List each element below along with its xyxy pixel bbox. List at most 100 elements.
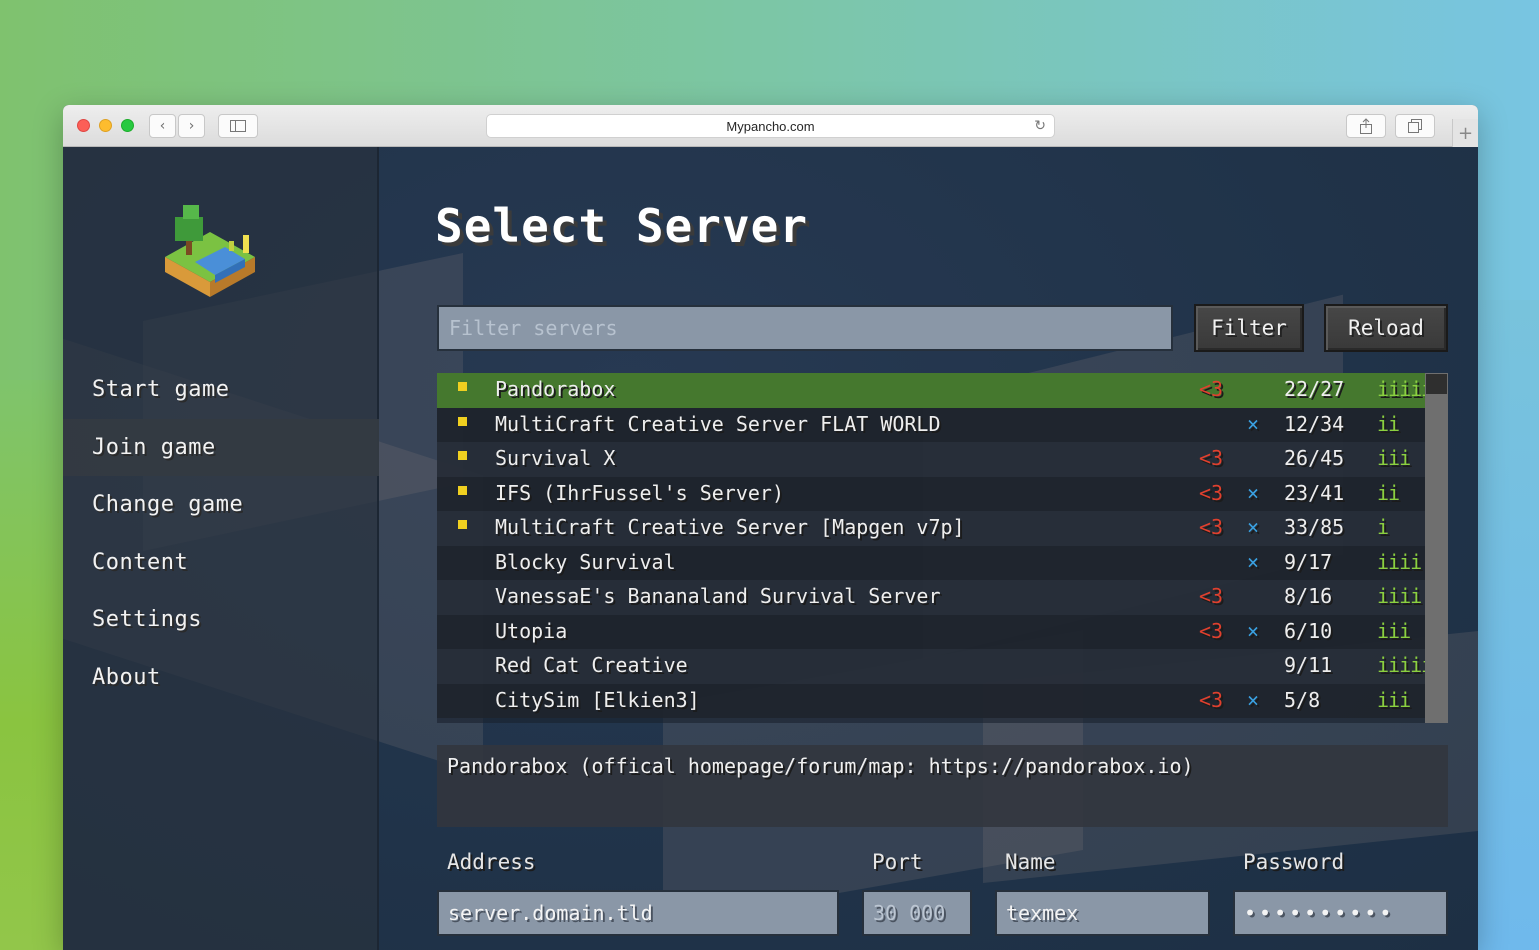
- ping-bars-icon: iii: [1377, 446, 1411, 470]
- address-label: Address: [447, 850, 536, 874]
- ping-bars-icon: iii: [1377, 687, 1411, 712]
- ping-bars-icon: iiiii: [1377, 653, 1433, 677]
- server-row[interactable]: Pandorabox <3 22/27 iiiii: [437, 373, 1433, 408]
- server-row[interactable]: Utopia <3 × 6/10 iii: [437, 614, 1425, 649]
- player-count: 9/11: [1284, 653, 1333, 677]
- port-label: Port: [872, 850, 923, 874]
- game-logo: [165, 205, 255, 297]
- server-row[interactable]: CitySim [Elkien3] <3 × 5/8 iii: [437, 683, 1425, 718]
- server-name: Utopia: [495, 618, 568, 643]
- server-name: CitySim [Elkien3]: [495, 687, 700, 712]
- password-field[interactable]: [1233, 890, 1448, 936]
- page-title: Select Server: [435, 199, 809, 253]
- server-row[interactable]: VanessaE's Bananaland Survival Server <3 8…: [437, 580, 1425, 615]
- minimize-window-button[interactable]: [99, 119, 112, 132]
- background-accent-right: [1478, 300, 1539, 950]
- player-count: 5/8: [1284, 687, 1321, 712]
- server-row[interactable]: MultiCraft Creative Server FLAT WORLD × 12…: [437, 407, 1425, 442]
- server-status-bullet-icon: [458, 451, 467, 460]
- filter-servers-input[interactable]: [437, 305, 1173, 351]
- reload-button[interactable]: Reload: [1324, 304, 1448, 352]
- sidebar-item-join-game[interactable]: Join game: [63, 419, 379, 476]
- ping-bars-icon: iiiii: [1377, 377, 1433, 401]
- sidebar-item-about[interactable]: About: [63, 649, 379, 706]
- password-label: Password: [1243, 850, 1345, 874]
- share-button[interactable]: [1346, 114, 1386, 138]
- sidebar-item-label: Join game: [92, 435, 216, 460]
- server-row[interactable]: Blocky Survival × 9/17 iiii: [437, 545, 1425, 580]
- main-panel: Select Server Filter Reload CitySim [Elk…: [379, 147, 1478, 950]
- name-label: Name: [1005, 850, 1056, 874]
- incompatible-x-icon: ×: [1247, 515, 1260, 539]
- name-field[interactable]: [995, 890, 1210, 936]
- sidebar-item-settings[interactable]: Settings: [63, 591, 379, 648]
- background-accent-left: [0, 380, 64, 950]
- zoom-window-button[interactable]: [121, 119, 134, 132]
- server-row[interactable]: IFS (IhrFussel's Server) <3 × 23/41 ii: [437, 476, 1425, 511]
- incompatible-x-icon: ×: [1247, 411, 1260, 436]
- game-menu: Start game Join game Change game Content…: [63, 147, 1478, 950]
- sidebar-item-label: Start game: [92, 377, 230, 402]
- player-count: 12/34: [1284, 411, 1345, 436]
- incompatible-x-icon: ×: [1247, 618, 1260, 643]
- url-text: Mypancho.com: [726, 118, 815, 134]
- plus-icon: +: [1457, 122, 1474, 144]
- server-description: Pandorabox (offical homepage/forum/map: …: [437, 745, 1448, 827]
- sidebar-item-change-game[interactable]: Change game: [63, 476, 379, 533]
- sidebar-item-content[interactable]: Content: [63, 534, 379, 591]
- incompatible-x-icon: ×: [1247, 480, 1260, 505]
- ping-bars-icon: ii: [1377, 411, 1400, 436]
- port-field[interactable]: [862, 890, 972, 936]
- server-name: MultiCraft Creative Server [Mapgen v7p]: [495, 515, 965, 539]
- server-status-bullet-icon: [458, 416, 467, 426]
- close-window-button[interactable]: [77, 119, 90, 132]
- browser-window: ‹ › Mypancho.com ↻ + Start game Join gam…: [63, 105, 1478, 950]
- address-bar[interactable]: Mypancho.com ↻: [486, 114, 1055, 138]
- address-field[interactable]: [437, 890, 839, 936]
- incompatible-x-icon: ×: [1247, 549, 1260, 574]
- server-list[interactable]: CitySim [Elkien3] <3 × 5/8 iii Red Cat Creati…: [437, 373, 1448, 723]
- favorite-heart-icon: <3: [1199, 515, 1224, 539]
- server-row[interactable]: MultiCraft Creative Server [Mapgen v7p] <…: [437, 511, 1425, 546]
- reload-icon[interactable]: ↻: [1034, 118, 1046, 134]
- sidebar: Start game Join game Change game Content…: [63, 147, 379, 950]
- server-row[interactable]: Survival X <3 26/45 iii: [437, 442, 1425, 477]
- favorite-heart-icon: <3: [1199, 687, 1224, 712]
- chevron-left-icon: ‹: [159, 118, 166, 134]
- server-name: Pandorabox: [495, 377, 616, 401]
- sidebar-item-label: About: [92, 665, 161, 690]
- ping-bars-icon: ii: [1377, 480, 1400, 505]
- server-name: IFS (IhrFussel's Server): [495, 480, 784, 505]
- ping-bars-icon: iii: [1377, 618, 1411, 643]
- server-list-scrollbar[interactable]: [1425, 373, 1448, 723]
- sidebar-toggle-button[interactable]: [218, 114, 258, 138]
- ping-bars-icon: iiii: [1377, 549, 1422, 574]
- server-name: MultiCraft Creative Server FLAT WORLD: [495, 411, 941, 436]
- player-count: 23/41: [1284, 480, 1345, 505]
- server-name: Blocky Survival: [495, 549, 676, 574]
- server-name: Red Cat Creative: [495, 653, 688, 677]
- scrollbar-thumb[interactable]: [1425, 373, 1448, 395]
- favorite-heart-icon: <3: [1199, 618, 1224, 643]
- back-button[interactable]: ‹: [149, 114, 176, 138]
- browser-titlebar: ‹ › Mypancho.com ↻ +: [63, 105, 1478, 147]
- player-count: 26/45: [1284, 446, 1345, 470]
- filter-button[interactable]: Filter: [1194, 304, 1304, 352]
- favorite-heart-icon: <3: [1199, 584, 1224, 608]
- server-name: Survival X: [495, 446, 616, 470]
- ping-bars-icon: i: [1377, 515, 1389, 539]
- player-count: 22/27: [1284, 377, 1345, 401]
- forward-button[interactable]: ›: [178, 114, 205, 138]
- server-row[interactable]: Red Cat Creative 9/11 iiiii: [437, 649, 1433, 684]
- player-count: 8/16: [1284, 584, 1333, 608]
- ping-bars-icon: iiii: [1377, 584, 1422, 608]
- sidebar-item-start-game[interactable]: Start game: [63, 361, 379, 418]
- new-tab-button[interactable]: +: [1452, 119, 1478, 147]
- server-status-bullet-icon: [458, 520, 467, 529]
- server-status-bullet-icon: [458, 485, 467, 495]
- favorite-heart-icon: <3: [1199, 480, 1224, 505]
- player-count: 9/17: [1284, 549, 1333, 574]
- server-name: VanessaE's Bananaland Survival Server: [495, 584, 941, 608]
- share-icon: [1360, 118, 1372, 134]
- tabs-overview-button[interactable]: [1395, 114, 1435, 138]
